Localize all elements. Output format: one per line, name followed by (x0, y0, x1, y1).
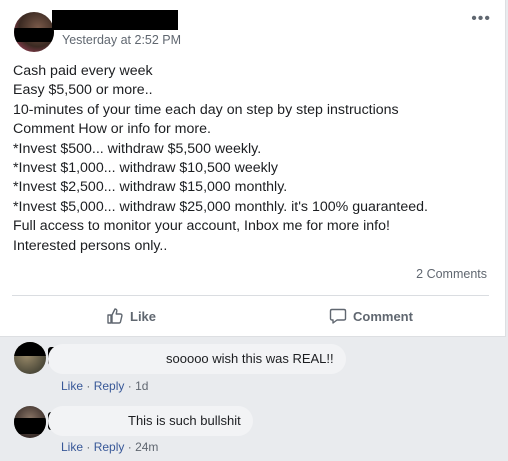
comment-button[interactable]: Comment (329, 305, 413, 327)
comment-bubble: sooooo wish this was REAL!! (48, 344, 346, 374)
post-body: Cash paid every week Easy $5,500 or more… (13, 62, 493, 256)
comment-bubble: This is such bullshit (48, 406, 253, 436)
post-line: 10-minutes of your time each day on step… (13, 101, 399, 118)
post-line: Comment How or info for more. (13, 121, 211, 138)
comment-time[interactable]: 24m (135, 440, 158, 454)
separator: · (127, 440, 132, 454)
like-button[interactable]: Like (106, 305, 156, 327)
comment-meta: Like · Reply · 1d (61, 379, 148, 393)
comment-reply-link[interactable]: Reply (94, 379, 125, 393)
comment-reply-link[interactable]: Reply (94, 440, 125, 454)
comment-text: This is such bullshit (128, 413, 241, 428)
separator: · (127, 379, 132, 393)
post-line: Full access to monitor your account, Inb… (13, 218, 390, 235)
commenter-avatar[interactable] (14, 342, 46, 374)
post-line: *Invest $1,000... withdraw $10,500 weekl… (13, 160, 278, 177)
comment-like-link[interactable]: Like (61, 440, 83, 454)
post-line: *Invest $2,500... withdraw $15,000 month… (13, 179, 288, 196)
comment-bubble-icon (329, 308, 347, 324)
comment-meta: Like · Reply · 24m (61, 440, 158, 454)
divider (12, 295, 489, 296)
like-label: Like (130, 308, 157, 324)
post-line: Easy $5,500 or more.. (13, 82, 153, 99)
thumbs-up-icon (107, 308, 123, 324)
comment-label: Comment (353, 308, 413, 324)
comment-time[interactable]: 1d (135, 379, 148, 393)
comments-count-link[interactable]: 2 Comments (416, 267, 487, 281)
comment-like-link[interactable]: Like (61, 379, 83, 393)
post-timestamp[interactable]: Yesterday at 2:52 PM (62, 33, 181, 47)
post-line: *Invest $5,000... withdraw $25,000 month… (13, 198, 428, 215)
post-line: Interested persons only.. (13, 237, 168, 254)
post-line: *Invest $500... withdraw $5,500 weekly. (13, 140, 262, 157)
separator: · (86, 379, 91, 393)
comment-text: sooooo wish this was REAL!! (166, 351, 334, 366)
commenter-avatar[interactable] (14, 406, 46, 438)
post-card: Yesterday at 2:52 PM ••• Cash paid every… (0, 0, 506, 337)
post-line: Cash paid every week (13, 63, 153, 79)
author-name-redaction (52, 10, 178, 30)
author-avatar[interactable] (14, 12, 54, 52)
more-options-icon[interactable]: ••• (471, 10, 491, 28)
separator: · (86, 440, 91, 454)
